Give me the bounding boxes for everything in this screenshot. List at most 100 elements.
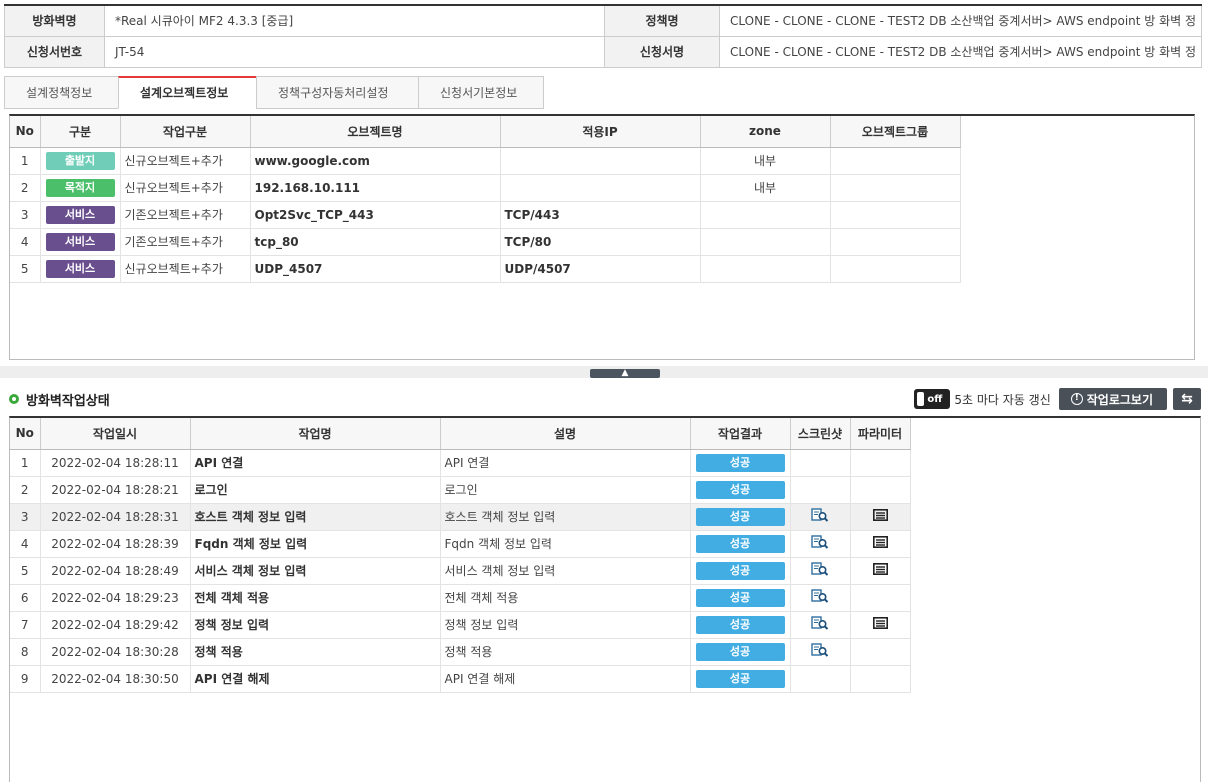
row-no: 1 — [10, 449, 41, 477]
col-screenshot[interactable]: 스크린샷 — [790, 418, 851, 450]
applied-ip-cell: TCP/443 — [500, 201, 701, 229]
table-row[interactable]: 4 2022-02-04 18:28:39 Fqdn 객체 정보 입력 Fqdn 객체… — [10, 530, 911, 558]
parameter-list-icon[interactable] — [872, 617, 888, 632]
toggle-knob — [917, 392, 925, 406]
tab-design-policy[interactable]: 설계정책정보 — [4, 76, 118, 109]
col-job-result[interactable]: 작업결과 — [690, 418, 791, 450]
col-object-name[interactable]: 오브젝트명 — [250, 116, 501, 148]
tab-request-basic[interactable]: 신청서기본정보 — [418, 76, 544, 109]
screenshot-view-icon[interactable] — [811, 562, 829, 579]
row-no: 7 — [10, 611, 41, 639]
table-row[interactable]: 6 2022-02-04 18:29:23 전체 객체 적용 전체 객체 적용 성공 — [10, 584, 911, 612]
row-no: 5 — [10, 255, 41, 283]
success-badge: 성공 — [695, 453, 785, 472]
screenshot-view-icon[interactable] — [811, 616, 829, 633]
screenshot-view-icon[interactable] — [811, 643, 829, 660]
screenshot-cell — [790, 638, 851, 666]
col-description[interactable]: 설명 — [440, 418, 691, 450]
col-job-name[interactable]: 작업명 — [190, 418, 441, 450]
success-badge: 성공 — [695, 642, 785, 661]
work-type-cell: 기존오브젝트+추가 — [120, 201, 251, 229]
col-object-group[interactable]: 오브젝트그룹 — [830, 116, 961, 148]
screenshot-cell — [790, 665, 851, 693]
parameter-cell — [850, 584, 911, 612]
tab-design-object[interactable]: 설계오브젝트정보 — [118, 76, 256, 109]
policy-label: 정책명 — [604, 5, 720, 37]
screenshot-view-icon[interactable] — [811, 535, 829, 552]
circle-bullet-icon — [9, 394, 19, 404]
col-type[interactable]: 구분 — [40, 116, 121, 148]
zone-cell: 내부 — [700, 174, 831, 202]
col-applied-ip[interactable]: 적용IP — [500, 116, 701, 148]
job-panel: No 작업일시 작업명 설명 작업결과 스크린샷 파라미터 1 2022-02-0… — [9, 416, 1201, 782]
screenshot-cell — [790, 611, 851, 639]
job-time-cell: 2022-02-04 18:30:50 — [40, 665, 191, 693]
screenshot-cell — [790, 530, 851, 558]
job-name-cell: Fqdn 객체 정보 입력 — [190, 530, 441, 558]
description-cell: 정책 적용 — [440, 638, 691, 666]
parameter-cell — [850, 449, 911, 477]
description-cell: 호스트 객체 정보 입력 — [440, 503, 691, 531]
parameter-list-icon[interactable] — [872, 509, 888, 524]
col-work-type[interactable]: 작업구분 — [120, 116, 251, 148]
table-row[interactable]: 4 서비스 기존오브젝트+추가 tcp_80 TCP/80 — [10, 228, 961, 256]
job-result-cell: 성공 — [690, 449, 791, 477]
screenshot-view-icon[interactable] — [811, 508, 829, 525]
success-badge: 성공 — [695, 534, 785, 553]
job-time-cell: 2022-02-04 18:29:23 — [40, 584, 191, 612]
table-row[interactable]: 9 2022-02-04 18:30:50 API 연결 해제 API 연결 해제 성공 — [10, 665, 911, 693]
table-row[interactable]: 2 2022-02-04 18:28:21 로그인 로그인 성공 — [10, 476, 911, 504]
job-name-cell: API 연결 해제 — [190, 665, 441, 693]
type-cell: 서비스 — [40, 228, 121, 256]
table-row[interactable]: 3 2022-02-04 18:28:31 호스트 객체 정보 입력 호스트 객체 정… — [10, 503, 911, 531]
parameter-list-icon[interactable] — [872, 536, 888, 551]
work-type-cell: 신규오브젝트+추가 — [120, 255, 251, 283]
table-row[interactable]: 5 2022-02-04 18:28:49 서비스 객체 정보 입력 서비스 객체 정… — [10, 557, 911, 585]
col-no[interactable]: No — [10, 116, 41, 148]
job-result-cell: 성공 — [690, 503, 791, 531]
parameter-cell — [850, 665, 911, 693]
refresh-button[interactable]: ⇆ — [1173, 388, 1201, 410]
description-cell: 로그인 — [440, 476, 691, 504]
tab-auto-config[interactable]: 정책구성자동처리설정 — [256, 76, 418, 109]
col-no[interactable]: No — [10, 418, 41, 450]
view-log-label: 작업로그보기 — [1086, 392, 1153, 407]
job-name-cell: 서비스 객체 정보 입력 — [190, 557, 441, 585]
parameter-cell — [850, 476, 911, 504]
collapse-up-button[interactable]: ▲ — [590, 369, 660, 378]
job-name-cell: 정책 적용 — [190, 638, 441, 666]
object-name-cell: tcp_80 — [250, 228, 501, 256]
request-info-table: 방화벽명 *Real 시큐아이 MF2 4.3.3 [중급] 정책명 CLONE… — [4, 4, 1202, 68]
col-job-time[interactable]: 작업일시 — [40, 418, 191, 450]
table-row[interactable]: 8 2022-02-04 18:30:28 정책 적용 정책 적용 성공 — [10, 638, 911, 666]
work-type-cell: 기존오브젝트+추가 — [120, 228, 251, 256]
table-row[interactable]: 7 2022-02-04 18:29:42 정책 정보 입력 정책 정보 입력 성공 — [10, 611, 911, 639]
work-type-cell: 신규오브젝트+추가 — [120, 174, 251, 202]
refresh-icon: ⇆ — [1181, 391, 1193, 407]
zone-cell — [700, 228, 831, 256]
table-row[interactable]: 5 서비스 신규오브젝트+추가 UDP_4507 UDP/4507 — [10, 255, 961, 283]
row-no: 6 — [10, 584, 41, 612]
col-parameter[interactable]: 파라미터 — [850, 418, 911, 450]
table-row[interactable]: 2 목적지 신규오브젝트+추가 192.168.10.111 내부 — [10, 174, 961, 202]
row-no: 4 — [10, 228, 41, 256]
table-row[interactable]: 3 서비스 기존오브젝트+추가 Opt2Svc_TCP_443 TCP/443 — [10, 201, 961, 229]
auto-refresh-toggle[interactable]: off — [914, 389, 951, 409]
object-name-cell: Opt2Svc_TCP_443 — [250, 201, 501, 229]
parameter-list-icon[interactable] — [872, 563, 888, 578]
success-badge: 성공 — [695, 588, 785, 607]
view-log-button[interactable]: ! 작업로그보기 — [1058, 388, 1167, 410]
row-no: 3 — [10, 201, 41, 229]
table-row[interactable]: 1 2022-02-04 18:28:11 API 연결 API 연결 성공 — [10, 449, 911, 477]
work-type-cell: 신규오브젝트+추가 — [120, 147, 251, 175]
screenshot-cell — [790, 557, 851, 585]
parameter-cell — [850, 557, 911, 585]
job-time-cell: 2022-02-04 18:28:31 — [40, 503, 191, 531]
col-zone[interactable]: zone — [700, 116, 831, 148]
job-name-cell: 정책 정보 입력 — [190, 611, 441, 639]
screenshot-view-icon[interactable] — [811, 589, 829, 606]
object-name-cell: UDP_4507 — [250, 255, 501, 283]
table-row[interactable]: 1 출발지 신규오브젝트+추가 www.google.com 내부 — [10, 147, 961, 175]
exclamation-icon: ! — [1070, 393, 1083, 405]
job-result-cell: 성공 — [690, 476, 791, 504]
